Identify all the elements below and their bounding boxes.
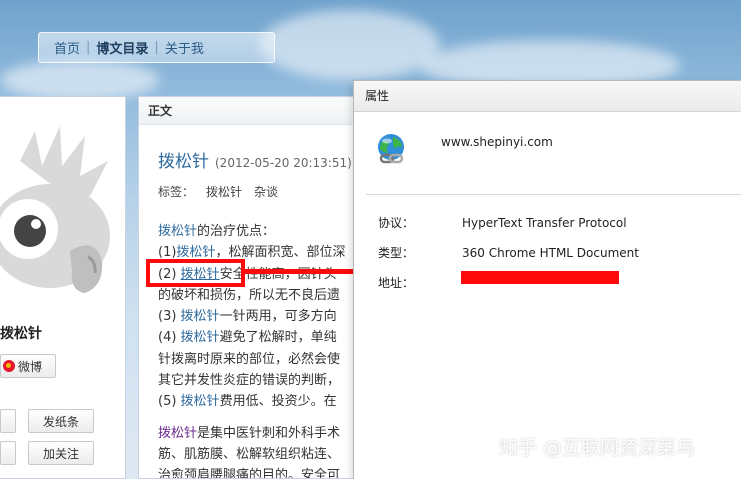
body-line: (5) 拨松针费用低、投资少。在 <box>158 391 367 412</box>
body-text: 针拨离时原来的部位，必然会使 <box>158 351 341 367</box>
nav-blog-catalog[interactable]: 博文目录 <box>90 38 154 57</box>
globe-link-icon <box>375 133 409 167</box>
protocol-row: 协议： HyperText Transfer Protocol <box>378 214 627 231</box>
protocol-label: 协议： <box>378 216 415 230</box>
address-redaction <box>461 271 619 284</box>
body-line: 拨松针的治疗优点： <box>158 221 367 242</box>
body-line: 筋、肌筋膜、松解软组织粘连、 <box>158 444 367 465</box>
weibo-button[interactable]: 微博 <box>0 354 56 378</box>
body-text: 费用低、投资少。在 <box>219 394 337 410</box>
post-tags: 标签： 拨松针 杂谈 <box>158 183 290 200</box>
keyword-link[interactable]: 拨松针 <box>181 309 220 324</box>
blogger-name[interactable]: 拨松针 <box>0 323 42 343</box>
address-label: 地址： <box>378 276 415 290</box>
body-line: 拨松针是集中医针刺和外科手术 <box>158 423 367 444</box>
body-text: 的破坏和损伤，所以无不良后遗 <box>158 287 341 303</box>
post-title[interactable]: 拨松针 <box>158 152 209 172</box>
sina-avatar-icon <box>0 126 110 293</box>
weibo-icon <box>3 360 15 372</box>
list-marker: (4) <box>158 330 181 346</box>
section-title: 正文 <box>139 97 367 125</box>
list-marker: (3) <box>158 309 181 325</box>
highlight-box <box>146 259 245 287</box>
watermark: 知乎 @互联网资深菜鸟 <box>499 437 696 459</box>
blogger-profile-panel: 拨松针 微博 发纸条 加关注 <box>0 96 126 479</box>
body-text: 其它并发性炎症的错误的判断， <box>158 373 341 389</box>
body-text: 筋、肌筋膜、松解软组织粘连、 <box>158 446 341 462</box>
add-friend-button[interactable] <box>0 409 16 433</box>
type-value: 360 Chrome HTML Document <box>462 246 639 260</box>
body-text: 一针两用，可多方向 <box>219 309 337 325</box>
cloud-decoration <box>0 60 160 100</box>
body-line: 针拨离时原来的部位，必然会使 <box>158 349 367 370</box>
body-line: 的破坏和损伤，所以无不良后遗 <box>158 285 367 306</box>
properties-dialog: 属性 www.shepinyi.com 协议： HyperText Transfe… <box>353 80 741 479</box>
body-line: 其它并发性炎症的错误的判断， <box>158 370 367 391</box>
nav-home[interactable]: 首页 <box>48 38 86 57</box>
top-navigation: 首页 | 博文目录 | 关于我 <box>38 32 275 63</box>
weibo-button-label: 微博 <box>18 359 43 374</box>
dialog-title[interactable]: 属性 <box>354 81 741 112</box>
type-label: 类型： <box>378 246 415 260</box>
keyword-link[interactable]: 拨松针 <box>158 426 197 441</box>
keyword-link[interactable]: 拨松针 <box>181 330 220 345</box>
body-text: 避免了松解时，单纯 <box>219 330 337 346</box>
keyword-link[interactable]: 拨松针 <box>181 394 220 409</box>
list-marker: (5) <box>158 394 181 410</box>
url-text: www.shepinyi.com <box>441 135 553 149</box>
body-text: 治愈颈肩腰腿痛的目的。安全可 <box>158 468 341 479</box>
post-header: 拨松针 (2012-05-20 20:13:51) <box>158 147 352 172</box>
address-row: 地址： <box>378 274 462 291</box>
post-date: (2012-05-20 20:13:51) <box>215 156 352 170</box>
tag-link[interactable]: 杂谈 <box>254 185 278 199</box>
tags-label: 标签： <box>158 185 195 199</box>
send-note-button[interactable]: 发纸条 <box>28 409 94 433</box>
type-row: 类型： 360 Chrome HTML Document <box>378 244 639 261</box>
body-text: 的治疗优点： <box>197 224 276 239</box>
body-line: 治愈颈肩腰腿痛的目的。安全可 <box>158 465 367 479</box>
keyword-link[interactable]: 拨松针 <box>158 224 197 239</box>
body-line: (3) 拨松针一针两用，可多方向 <box>158 306 367 327</box>
cloud-decoration <box>260 10 440 80</box>
body-text: 是集中医针刺和外科手术 <box>197 425 341 441</box>
protocol-value: HyperText Transfer Protocol <box>462 216 627 230</box>
divider <box>366 194 741 195</box>
article-panel: 正文 拨松针 (2012-05-20 20:13:51) 标签： 拨松针 杂谈 拨松针… <box>138 96 368 479</box>
nav-about-me[interactable]: 关于我 <box>159 38 210 57</box>
follow-button[interactable]: 加关注 <box>28 441 94 465</box>
tag-link[interactable]: 拨松针 <box>206 185 242 199</box>
write-message-button[interactable] <box>0 441 16 465</box>
body-line: (4) 拨松针避免了松解时，单纯 <box>158 327 367 348</box>
avatar[interactable] <box>0 121 112 311</box>
